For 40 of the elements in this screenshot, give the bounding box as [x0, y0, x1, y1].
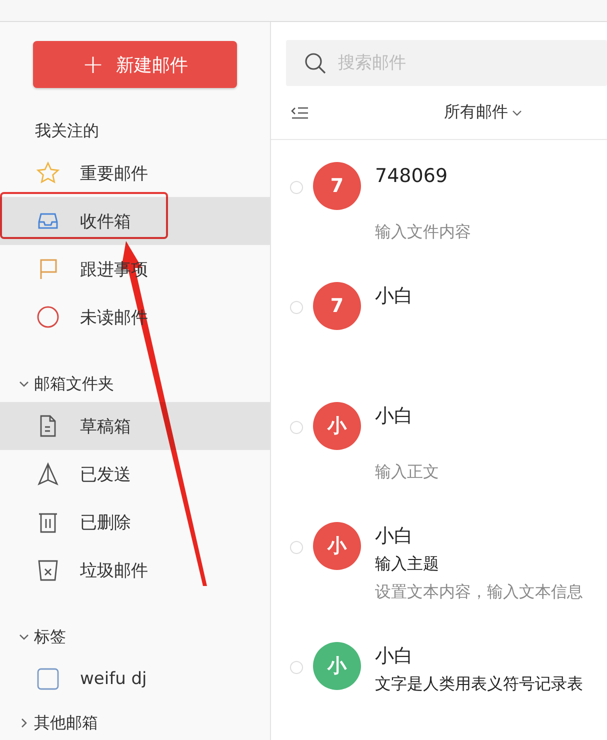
radio-button[interactable] — [290, 540, 303, 554]
bin-icon — [36, 558, 60, 582]
star-icon — [36, 161, 60, 185]
sender-name: 小白 — [375, 524, 414, 549]
sidebar-item[interactable]: 已删除 — [0, 498, 270, 546]
sidebar-item[interactable]: weifu dj — [0, 655, 270, 703]
filter-dropdown[interactable]: 所有邮件 — [444, 102, 523, 124]
sidebar-item[interactable]: 已发送 — [0, 450, 270, 498]
compose-button[interactable]: + 新建邮件 — [33, 41, 237, 88]
mail-subject: 文字是人类用表义符号记录表 — [375, 673, 583, 695]
sender-name: 小白 — [375, 284, 413, 309]
section-header[interactable]: 标签 — [34, 626, 66, 648]
section-header: 我关注的 — [35, 120, 99, 142]
radio-button[interactable] — [290, 420, 303, 434]
avatar: 7 — [313, 282, 361, 330]
sender-name: 小白 — [375, 644, 414, 669]
sidebar-item[interactable]: 重要邮件 — [0, 149, 270, 197]
checkbox-icon — [36, 667, 60, 691]
sidebar-item[interactable]: 收件箱 — [0, 197, 270, 245]
radio-button[interactable] — [290, 180, 303, 194]
search-icon — [304, 52, 326, 74]
send-icon — [36, 462, 60, 486]
sidebar-item[interactable]: 垃圾邮件 — [0, 546, 270, 594]
avatar: 7 — [313, 162, 361, 210]
avatar: 小 — [313, 522, 361, 570]
radio-button[interactable] — [290, 300, 303, 314]
circle-icon — [36, 305, 60, 329]
sender-name: 748069 — [375, 164, 449, 189]
collapse-list-icon[interactable] — [291, 104, 309, 121]
section-header[interactable]: 邮箱文件夹 — [34, 374, 114, 394]
radio-button[interactable] — [290, 661, 303, 674]
avatar: 小 — [313, 402, 361, 450]
sender-name: 小白 — [375, 404, 414, 429]
mail-preview: 设置文本内容，输入文本信息 — [375, 580, 583, 603]
mail-subject: 输入主题 — [375, 552, 440, 575]
sidebar-item[interactable]: 草稿箱 — [0, 402, 270, 450]
avatar: 小 — [313, 642, 361, 690]
mail-preview: 输入正文 — [375, 460, 439, 483]
mail-preview: 输入文件内容 — [375, 220, 471, 243]
section-header[interactable]: 其他邮箱 — [34, 712, 98, 734]
